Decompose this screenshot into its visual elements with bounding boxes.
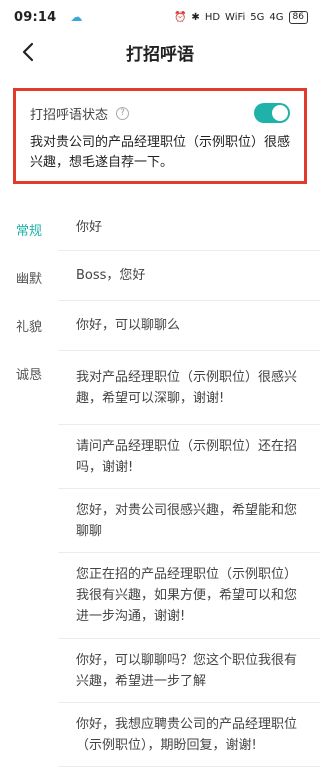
phrase-text: 您正在招的产品经理职位（示例职位）我很有兴趣，如果方便，希望可以和您进一步沟通，…: [76, 567, 298, 624]
phrase-text: 你好，可以聊聊么: [76, 318, 181, 333]
phrase-item[interactable]: 你好，可以聊聊吗？您这个职位我很有兴趣，希望进一步了解: [58, 639, 320, 703]
bluetooth-icon: ✱: [191, 11, 200, 23]
greeting-status-toggle[interactable]: [254, 103, 290, 123]
page-title: 打招呼语: [126, 44, 194, 65]
category-item-humorous[interactable]: 幽默: [0, 253, 58, 301]
greeting-content: 常规 幽默 礼貌 诚恳 你好 Boss，您好 你好，可以聊聊么 我对产品经理职位…: [0, 205, 320, 767]
status-bar: 09:14 ☁ ⏰ ✱ HD WiFi 5G 4G 86: [0, 0, 320, 34]
signal-4g-icon: 4G: [269, 11, 284, 23]
signal-5g-icon: 5G: [250, 11, 265, 23]
alarm-icon: ⏰: [173, 11, 187, 23]
category-item-normal[interactable]: 常规: [0, 205, 58, 253]
phrase-item[interactable]: 你好: [58, 205, 320, 251]
greeting-status-label: 打招呼语状态: [30, 107, 109, 123]
status-time: 09:14: [14, 9, 57, 25]
phrase-text: 您好，对贵公司很感兴趣，希望能和您聊聊: [76, 502, 298, 539]
chevron-left-icon[interactable]: [16, 39, 42, 65]
question-icon[interactable]: ?: [116, 106, 130, 120]
current-greeting-message[interactable]: 我对贵公司的产品经理职位（示例职位）很感兴趣，想毛遂自荐一下。: [30, 133, 290, 173]
card-header: 打招呼语状态 ?: [30, 103, 290, 123]
category-item-sincere[interactable]: 诚恳: [0, 349, 58, 397]
phrase-item[interactable]: 你好，可以聊聊么: [58, 301, 320, 351]
phrase-item[interactable]: 我对产品经理职位（示例职位）很感兴趣，希望可以深聊，谢谢!: [58, 351, 320, 425]
phrase-text: Boss，您好: [76, 268, 146, 283]
phrase-text: 请问产品经理职位（示例职位）还在招吗，谢谢!: [76, 438, 298, 475]
phrase-item[interactable]: 你好，我想应聘贵公司的产品经理职位（示例职位），期盼回复，谢谢!: [58, 703, 320, 767]
phrase-item[interactable]: 您正在招的产品经理职位（示例职位）我很有兴趣，如果方便，希望可以和您进一步沟通，…: [58, 553, 320, 639]
toggle-knob: [272, 105, 288, 121]
category-item-polite[interactable]: 礼貌: [0, 301, 58, 349]
phrase-text: 你好，可以聊聊吗？您这个职位我很有兴趣，希望进一步了解: [76, 652, 298, 689]
category-list: 常规 幽默 礼貌 诚恳: [0, 205, 58, 715]
greeting-status-card: 打招呼语状态 ? 我对贵公司的产品经理职位（示例职位）很感兴趣，想毛遂自荐一下。: [13, 88, 307, 184]
phrase-item[interactable]: 请问产品经理职位（示例职位）还在招吗，谢谢!: [58, 425, 320, 489]
hd-icon: HD: [204, 11, 221, 23]
phrase-text: 我对产品经理职位（示例职位）很感兴趣，希望可以深聊，谢谢!: [76, 369, 298, 406]
nav-bar: 打招呼语: [0, 34, 320, 70]
wifi-icon: WiFi: [225, 11, 246, 23]
cloud-icon: ☁: [70, 10, 83, 24]
phrase-item[interactable]: 您好，对贵公司很感兴趣，希望能和您聊聊: [58, 489, 320, 553]
phrase-text: 你好: [76, 220, 103, 235]
battery-icon: 86: [288, 10, 308, 24]
phrase-item[interactable]: Boss，您好: [58, 251, 320, 301]
phrase-text: 你好，我想应聘贵公司的产品经理职位（示例职位），期盼回复，谢谢!: [76, 716, 298, 753]
phrase-list: 你好 Boss，您好 你好，可以聊聊么 我对产品经理职位（示例职位）很感兴趣，希…: [58, 205, 320, 767]
status-indicators: ⏰ ✱ HD WiFi 5G 4G 86: [173, 10, 308, 24]
